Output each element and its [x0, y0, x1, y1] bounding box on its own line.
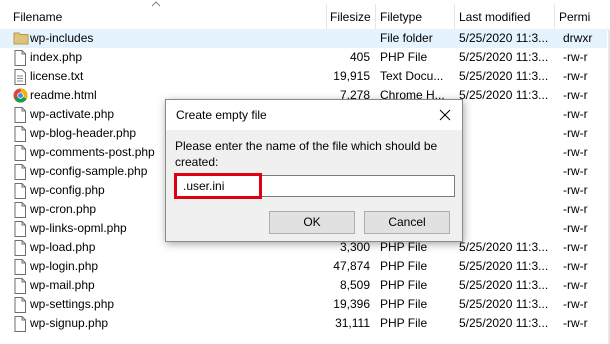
file-name: wp-login.php — [30, 259, 99, 273]
column-header-permissions[interactable]: Permi — [555, 0, 610, 29]
file-modified: 5/25/2020 11:3... — [459, 240, 549, 254]
file-name: wp-settings.php — [30, 297, 115, 311]
create-empty-file-dialog: Create empty file Please enter the name … — [165, 99, 463, 242]
file-permissions: drwxr — [563, 31, 593, 45]
file-list-header: Filename Filesize Filetype Last modified… — [0, 0, 610, 30]
cancel-button[interactable]: Cancel — [364, 211, 450, 234]
folder-icon — [13, 31, 29, 48]
chrome-icon — [13, 88, 28, 106]
file-modified: 5/25/2020 11:3... — [459, 297, 549, 311]
file-modified: 5/25/2020 11:3... — [459, 88, 549, 102]
file-type: PHP File — [380, 297, 428, 311]
column-header-filetype[interactable]: Filetype — [376, 0, 455, 29]
file-permissions: -rw-r — [563, 240, 588, 254]
filename-input[interactable] — [175, 175, 455, 197]
file-modified: 5/25/2020 11:3... — [459, 259, 549, 273]
file-size: 31,111 — [335, 316, 370, 330]
file-row[interactable]: wp-mail.php 8,509 PHP File 5/25/2020 11:3..… — [0, 276, 607, 295]
file-type: Text Docu... — [380, 69, 444, 83]
ok-button[interactable]: OK — [269, 211, 355, 234]
file-modified — [459, 143, 551, 162]
file-type: PHP File — [380, 278, 428, 292]
file-modified — [459, 181, 551, 200]
file-size: 405 — [349, 50, 370, 64]
file-permissions: -rw-r — [563, 183, 588, 197]
file-type: PHP File — [380, 50, 428, 64]
column-header-filename[interactable]: Filename — [9, 0, 326, 29]
file-row[interactable]: index.php 405 PHP File 5/25/2020 11:3... -rw… — [0, 48, 607, 67]
file-size: 19,396 — [333, 297, 370, 311]
file-icon — [13, 316, 27, 335]
file-name: wp-includes — [30, 31, 94, 45]
file-modified: 5/25/2020 11:3... — [459, 278, 549, 292]
file-permissions: -rw-r — [563, 88, 588, 102]
file-modified: 5/25/2020 11:3... — [459, 50, 549, 64]
file-permissions: -rw-r — [563, 278, 588, 292]
file-name: index.php — [30, 50, 83, 64]
file-permissions: -rw-r — [563, 202, 588, 216]
file-name: license.txt — [30, 69, 84, 83]
dialog-prompt: Please enter the name of the file which … — [175, 139, 438, 169]
file-row[interactable]: wp-includes File folder 5/25/2020 11:3... d… — [0, 29, 607, 48]
file-modified — [459, 105, 551, 124]
file-size: 8,509 — [339, 278, 370, 292]
close-button[interactable] — [428, 100, 462, 130]
file-permissions: -rw-r — [563, 297, 588, 311]
file-modified — [459, 219, 551, 238]
file-modified: 5/25/2020 11:3... — [459, 316, 549, 330]
dialog-titlebar[interactable]: Create empty file — [166, 100, 462, 130]
file-row[interactable]: wp-login.php 47,874 PHP File 5/25/2020 11:3… — [0, 257, 607, 276]
file-row[interactable]: wp-signup.php 31,111 PHP File 5/25/2020 11:… — [0, 314, 607, 333]
file-name: wp-mail.php — [30, 278, 95, 292]
file-type: PHP File — [380, 316, 428, 330]
file-permissions: -rw-r — [563, 164, 588, 178]
file-modified: 5/25/2020 11:3... — [459, 69, 549, 83]
file-permissions: -rw-r — [563, 316, 588, 330]
file-permissions: -rw-r — [563, 69, 588, 83]
column-header-last-modified[interactable]: Last modified — [455, 0, 555, 29]
file-permissions: -rw-r — [563, 50, 588, 64]
sort-ascending-icon — [151, 1, 161, 7]
file-permissions: -rw-r — [563, 221, 588, 235]
file-size: 19,915 — [333, 69, 370, 83]
file-type: PHP File — [380, 259, 428, 273]
file-row[interactable]: license.txt 19,915 Text Docu... 5/25/2020 1… — [0, 67, 607, 86]
file-permissions: -rw-r — [563, 259, 588, 273]
dialog-title: Create empty file — [176, 108, 267, 122]
file-name: wp-signup.php — [30, 316, 109, 330]
file-permissions: -rw-r — [563, 107, 588, 121]
file-modified — [459, 200, 551, 219]
file-size: 47,874 — [333, 259, 370, 273]
column-header-filesize[interactable]: Filesize — [326, 0, 372, 29]
file-modified — [459, 162, 551, 181]
file-type: File folder — [380, 31, 433, 45]
file-row[interactable]: wp-settings.php 19,396 PHP File 5/25/2020 1… — [0, 295, 607, 314]
file-modified: 5/25/2020 11:3... — [459, 31, 549, 45]
file-size — [300, 29, 370, 48]
file-permissions: -rw-r — [563, 126, 588, 140]
file-modified — [459, 124, 551, 143]
close-icon — [439, 109, 451, 121]
file-permissions: -rw-r — [563, 145, 588, 159]
